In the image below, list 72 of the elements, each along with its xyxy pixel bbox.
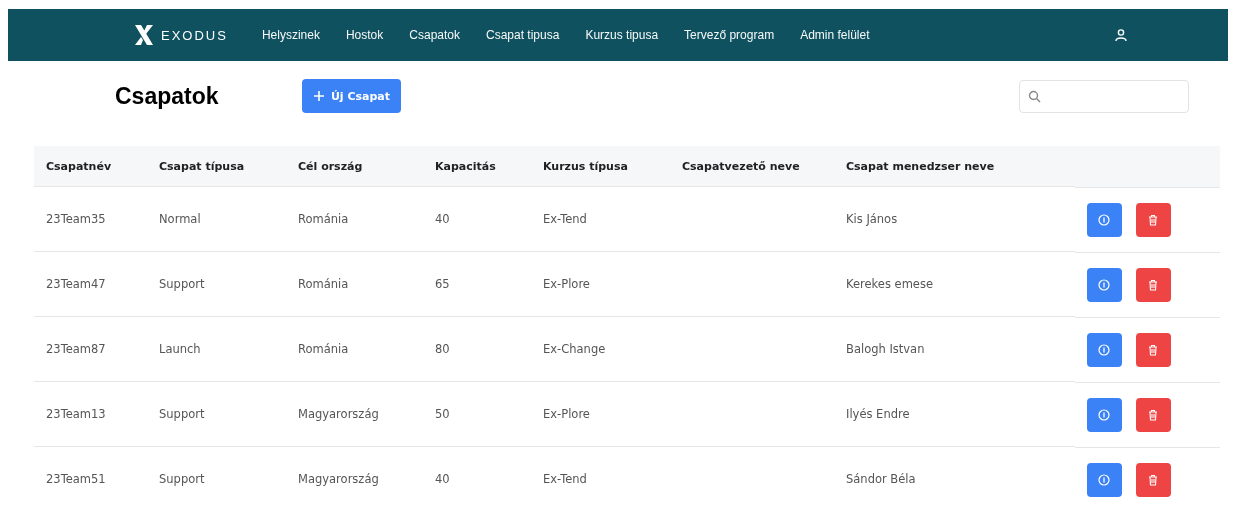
nav-link[interactable]: Csapatok (409, 28, 460, 42)
table-cell: Ex-Plore (543, 277, 590, 291)
info-icon (1098, 213, 1111, 226)
info-icon (1098, 408, 1111, 421)
table-cell: Support (159, 277, 205, 291)
logo-text[interactable]: EXODUS (161, 27, 228, 43)
table-cell: Magyarország (298, 472, 379, 487)
delete-button[interactable] (1135, 332, 1171, 367)
delete-button[interactable] (1135, 397, 1171, 432)
table-cell: Románia (298, 212, 349, 226)
column-header: Kapacitás (423, 146, 531, 187)
table-cell: Launch (159, 342, 201, 356)
new-team-button[interactable]: Új Csapat (302, 79, 401, 113)
info-button[interactable] (1086, 462, 1122, 497)
nav-link[interactable]: Tervező program (684, 28, 775, 42)
table-cell: 65 (435, 277, 450, 291)
table-cell: Kis János (846, 212, 898, 226)
info-button[interactable] (1086, 202, 1122, 237)
logo-icon (133, 24, 155, 46)
trash-icon (1147, 213, 1160, 226)
delete-button[interactable] (1135, 202, 1171, 237)
table-cell: Ex-Plore (543, 407, 590, 421)
table-cell: Support (159, 472, 205, 487)
table-cell: 23Team35 (46, 212, 106, 226)
info-icon (1098, 473, 1111, 486)
table-cell: 80 (435, 342, 450, 356)
table-cell: 23Team47 (46, 277, 106, 291)
column-header: Kurzus típusa (531, 146, 670, 187)
info-button[interactable] (1086, 267, 1122, 302)
table-cell: Románia (298, 342, 349, 356)
nav-link[interactable]: Csapat tipusa (486, 28, 560, 42)
user-icon[interactable] (1114, 28, 1128, 42)
column-header: Cél ország (286, 146, 423, 187)
table-cell: Románia (298, 277, 349, 291)
page-title: Csapatok (115, 82, 220, 110)
trash-icon (1147, 343, 1160, 356)
table-cell: 23Team51 (46, 472, 106, 487)
table-cell: Ex-Change (543, 342, 606, 356)
nav-link[interactable]: Admin felület (800, 28, 870, 42)
table-cell: Ex-Tend (543, 212, 587, 226)
table-cell: 23Team13 (46, 407, 106, 421)
nav-link[interactable]: Hostok (345, 28, 384, 42)
column-header: Csapatvezető neve (670, 146, 834, 187)
table-cell: 50 (435, 407, 450, 421)
table-cell: Normal (159, 212, 201, 226)
table-cell: Support (159, 407, 205, 421)
info-button[interactable] (1086, 332, 1122, 367)
info-icon (1098, 343, 1111, 356)
search-field[interactable] (1019, 79, 1189, 113)
column-header: Csapatnév (34, 146, 147, 187)
info-button[interactable] (1086, 397, 1122, 432)
trash-icon (1147, 408, 1160, 421)
table-cell: 23Team87 (46, 342, 106, 356)
search-icon (1028, 89, 1041, 103)
delete-button[interactable] (1135, 267, 1171, 302)
table-cell: Ilyés Endre (846, 407, 910, 421)
table-cell: Ex-Tend (543, 472, 587, 487)
info-icon (1098, 278, 1111, 291)
nav-link[interactable]: Kurzus tipusa (585, 28, 659, 42)
nav-link[interactable]: Helyszinek (261, 28, 320, 42)
plus-icon (312, 90, 325, 102)
trash-icon (1147, 473, 1160, 486)
delete-button[interactable] (1135, 462, 1171, 497)
column-header: Csapat típusa (147, 146, 286, 187)
table-cell: Balogh Istvan (846, 342, 925, 356)
table-cell: 40 (435, 472, 450, 487)
trash-icon (1147, 278, 1160, 291)
table-cell: Sándor Béla (846, 472, 916, 487)
table-cell: Kerekes emese (846, 277, 933, 291)
table-cell: Magyarország (298, 407, 379, 421)
table-cell: 40 (435, 212, 450, 226)
column-header: Csapat menedzser neve (834, 146, 1075, 187)
